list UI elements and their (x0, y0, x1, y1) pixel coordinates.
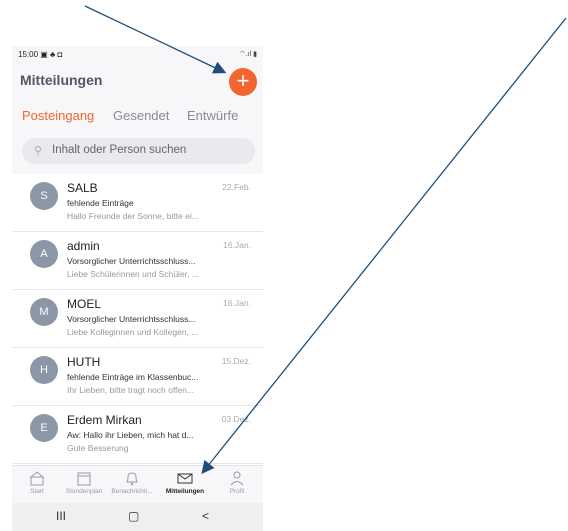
message-item[interactable]: S SALB 22.Feb. fehlende Einträge Hallo F… (12, 174, 263, 232)
status-bar: 15:00 ▣ ♣ ◘ ⌔.ıl ▮ (12, 46, 263, 62)
nav-stundenplan[interactable]: Stundenplan (59, 470, 109, 495)
avatar: H (30, 356, 58, 384)
nav-mitteilungen[interactable]: Mitteilungen (160, 470, 210, 495)
message-subject: fehlende Einträge (67, 198, 134, 208)
status-icons-right: ⌔.ıl ▮ (239, 50, 257, 58)
message-sender: MOEL (67, 297, 102, 311)
message-tabs: Posteingang Gesendet Entwürfe (12, 104, 263, 130)
message-preview: Hallo Freunde der Sonne, bitte ei... (67, 211, 199, 221)
nav-start[interactable]: Start (12, 470, 62, 495)
search-placeholder: Inhalt oder Person suchen (52, 144, 187, 156)
message-preview: Liebe Schülerinnen und Schüler, ... (67, 269, 199, 279)
phone-screen: 15:00 ▣ ♣ ◘ ⌔.ıl ▮ Mitteilungen + Postei… (12, 46, 263, 531)
recents-button[interactable]: III (56, 509, 66, 523)
nav-label: Mitteilungen (165, 488, 205, 495)
status-time: 15:00 (18, 49, 39, 59)
message-preview: Gute Besserung (67, 443, 129, 453)
plus-icon: + (236, 68, 250, 93)
message-preview: Ihr Lieben, bitte tragt noch offen... (67, 385, 194, 395)
message-sender: Erdem Mirkan (67, 413, 142, 427)
app-header: Mitteilungen + (12, 62, 263, 98)
tab-posteingang[interactable]: Posteingang (22, 108, 94, 123)
status-icons-left: ▣ ♣ ◘ (40, 49, 63, 59)
nav-label: Start (30, 488, 44, 495)
message-date: 16.Jan. (223, 298, 251, 308)
message-date: 15.Dez. (221, 356, 251, 366)
message-item[interactable]: M MOEL 16.Jan. Vorsorglicher Unterrichts… (12, 290, 263, 348)
bell-icon (107, 470, 157, 488)
message-sender: HUTH (67, 355, 101, 369)
nav-label: Profil (229, 488, 245, 495)
home-icon (12, 470, 62, 488)
nav-profil[interactable]: Profil (212, 470, 262, 495)
search-input[interactable]: ⚲ Inhalt oder Person suchen (22, 138, 255, 164)
message-sender: admin (67, 239, 100, 253)
message-subject: fehlende Einträge im Klassenbuc... (67, 372, 199, 382)
new-message-button[interactable]: + (229, 68, 257, 96)
home-button[interactable]: ▢ (128, 509, 139, 523)
tab-entwuerfe[interactable]: Entwürfe (187, 108, 238, 123)
nav-benachrichtigungen[interactable]: Benachrichti... (107, 470, 157, 495)
avatar: M (30, 298, 58, 326)
page-title: Mitteilungen (20, 72, 103, 88)
message-sender: SALB (67, 181, 98, 195)
message-date: 03.Dez. (221, 414, 251, 424)
person-icon (212, 470, 262, 488)
status-left: 15:00 ▣ ♣ ◘ (18, 50, 62, 59)
message-preview: Liebe Kolleginnen und Kollegen, ... (67, 327, 199, 337)
message-item[interactable]: H HUTH 15.Dez. fehlende Einträge im Klas… (12, 348, 263, 406)
bottom-navigation: Start Stundenplan Benachrichti... Mittei… (12, 465, 263, 504)
message-list: S SALB 22.Feb. fehlende Einträge Hallo F… (12, 174, 263, 466)
nav-label: Stundenplan (65, 488, 103, 495)
message-date: 16.Jan. (223, 240, 251, 250)
search-icon: ⚲ (34, 145, 43, 157)
nav-label: Benachrichti... (111, 488, 153, 495)
message-item[interactable]: A admin 16.Jan. Vorsorglicher Unterricht… (12, 232, 263, 290)
message-subject: Vorsorglicher Unterrichtsschluss... (67, 314, 196, 324)
message-subject: Vorsorglicher Unterrichtsschluss... (67, 256, 196, 266)
avatar: S (30, 182, 58, 210)
system-navigation-bar: III ▢ < (12, 503, 263, 531)
calendar-icon (59, 470, 109, 488)
tab-gesendet[interactable]: Gesendet (113, 108, 169, 123)
back-button[interactable]: < (202, 509, 209, 523)
message-date: 22.Feb. (222, 182, 251, 192)
avatar: E (30, 414, 58, 442)
message-subject: Aw: Hallo ihr Lieben, mich hat d... (67, 430, 194, 440)
avatar: A (30, 240, 58, 268)
message-item[interactable]: E Erdem Mirkan 03.Dez. Aw: Hallo ihr Lie… (12, 406, 263, 464)
envelope-icon (160, 470, 210, 488)
